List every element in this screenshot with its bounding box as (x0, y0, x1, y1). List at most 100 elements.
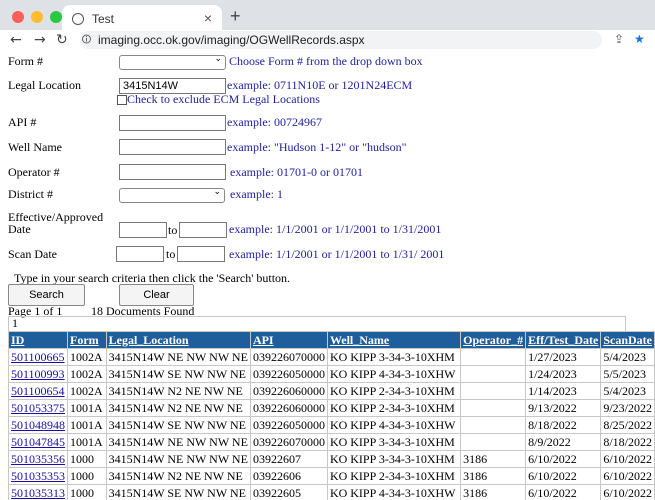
cell-operator (460, 433, 527, 451)
forward-icon[interactable]: → (34, 32, 46, 48)
cell-operator (460, 399, 527, 417)
cell-eff-test-date: 1/14/2023 (525, 382, 602, 400)
results-table: ID Form Legal_Location API Well_Name Ope… (8, 331, 655, 500)
cell-legal-location: 3415N14W N2 NE NW NE (105, 382, 251, 400)
cell-well-name: KO KIPP 4-34-3-10XHW (326, 484, 462, 500)
scan-to-label: to (166, 247, 176, 261)
cell-scan-date: 5/4/2023 (600, 382, 655, 400)
document-id-link[interactable]: 501053375 (11, 401, 65, 415)
scan-date-to-input[interactable] (177, 246, 225, 262)
cell-form: 1001A (67, 416, 107, 434)
form-hint: Choose Form # from the drop down box (229, 54, 423, 68)
cell-well-name: KO KIPP 4-34-3-10XHW (326, 416, 462, 434)
cell-legal-location: 3415N14W SE NW NW NE (105, 365, 251, 383)
eff-date-to-input[interactable] (179, 222, 227, 238)
column-header-id[interactable]: ID (8, 331, 68, 349)
cell-operator: 3186 (460, 450, 527, 468)
bookmark-star-icon[interactable]: ★ (634, 32, 645, 46)
document-id-link[interactable]: 501035353 (11, 469, 65, 483)
address-bar[interactable]: imaging.occ.ok.gov/imaging/OGWellRecords… (80, 31, 602, 49)
cell-eff-test-date: 6/10/2022 (525, 450, 602, 468)
form-select[interactable]: ⌄ (119, 54, 226, 70)
legal-location-example: example: 0711N10E or 1201N24ECM (227, 78, 413, 92)
cell-legal-location: 3415N14W NE NW NW NE (105, 433, 251, 451)
column-header-api[interactable]: API (249, 331, 328, 349)
scan-date-label: Scan Date (8, 247, 57, 261)
reload-icon[interactable]: ↻ (56, 32, 68, 48)
column-header-operator[interactable]: Operator_# (460, 331, 527, 349)
cell-id: 501048948 (8, 416, 68, 434)
document-id-link[interactable]: 501100665 (11, 350, 65, 364)
eff-date-example: example: 1/1/2001 or 1/1/2001 to 1/31/20… (229, 222, 442, 236)
cell-well-name: KO KIPP 2-34-3-10XHM (326, 382, 462, 400)
api-input[interactable] (119, 115, 226, 131)
cell-form: 1002A (67, 348, 107, 366)
search-button[interactable]: Search (8, 284, 85, 306)
cell-id: 501053375 (8, 399, 68, 417)
maximize-window-icon[interactable] (50, 11, 62, 23)
cell-api: 039226050000 (249, 365, 328, 383)
api-example: example: 00724967 (227, 115, 322, 129)
scan-date-from-input[interactable] (116, 246, 164, 262)
cell-id: 501035356 (8, 450, 68, 468)
chevron-down-icon: ⌄ (213, 187, 221, 197)
cell-scan-date: 6/10/2022 (600, 484, 655, 500)
document-id-link[interactable]: 501035356 (11, 452, 65, 466)
column-header-legal-location[interactable]: Legal_Location (105, 331, 251, 349)
column-header-scan-date[interactable]: ScanDate (600, 331, 655, 349)
cell-legal-location: 3415N14W SE NW NW NE (105, 484, 251, 500)
url-text: imaging.occ.ok.gov/imaging/OGWellRecords… (98, 33, 365, 47)
cell-scan-date: 6/10/2022 (600, 467, 655, 485)
cell-eff-test-date: 1/27/2023 (525, 348, 602, 366)
cell-scan-date: 8/18/2022 (600, 433, 655, 451)
pager-page-1[interactable]: 1 (12, 316, 18, 331)
cell-legal-location: 3415N14W NE NW NW NE (105, 348, 251, 366)
column-header-well-name[interactable]: Well_Name (326, 331, 462, 349)
cell-form: 1001A (67, 399, 107, 417)
cell-form: 1002A (67, 382, 107, 400)
tab-close-icon[interactable]: × (204, 10, 212, 26)
info-icon[interactable] (82, 34, 91, 44)
cell-scan-date: 8/25/2022 (600, 416, 655, 434)
document-id-link[interactable]: 501048948 (11, 418, 65, 432)
share-icon[interactable]: ⇪ (614, 32, 624, 46)
clear-button[interactable]: Clear (119, 284, 194, 306)
cell-well-name: KO KIPP 4-34-3-10XHW (326, 365, 462, 383)
cell-form: 1000 (67, 467, 107, 485)
column-header-eff-test-date[interactable]: Eff/Test_Date (525, 331, 602, 349)
cell-legal-location: 3415N14W N2 NE NW NE (105, 467, 251, 485)
cell-legal-location: 3415N14W N2 NE NW NE (105, 399, 251, 417)
minimize-window-icon[interactable] (31, 11, 43, 23)
table-row: 501035356 1000 3415N14W NE NW NW NE 0392260… (8, 450, 655, 468)
cell-eff-test-date: 1/24/2023 (525, 365, 602, 383)
operator-label: Operator # (8, 165, 60, 179)
district-select[interactable]: ⌄ (119, 187, 225, 203)
document-id-link[interactable]: 501047845 (11, 435, 65, 449)
scan-date-example: example: 1/1/2001 or 1/1/2001 to 1/31/ 2… (229, 247, 445, 261)
well-name-input[interactable] (119, 139, 226, 155)
tab-title: Test (92, 12, 115, 26)
column-header-form[interactable]: Form (67, 331, 107, 349)
cell-eff-test-date: 8/9/2022 (525, 433, 602, 451)
cell-api: 03922606 (249, 467, 328, 485)
left-edge (0, 52, 3, 500)
cell-operator (460, 365, 527, 383)
back-icon[interactable]: ← (10, 32, 22, 48)
cell-operator (460, 416, 527, 434)
document-id-link[interactable]: 501100654 (11, 384, 65, 398)
api-label: API # (8, 115, 37, 129)
cell-operator (460, 382, 527, 400)
document-id-link[interactable]: 501035313 (11, 486, 65, 500)
document-id-link[interactable]: 501100993 (11, 367, 65, 381)
table-row: 501048948 1001A 3415N14W SE NW NW NE 039226… (8, 416, 655, 434)
exclude-ecm-checkbox[interactable] (117, 95, 127, 105)
cell-well-name: KO KIPP 3-34-3-10XHM (326, 348, 462, 366)
cell-operator: 3186 (460, 467, 527, 485)
operator-input[interactable] (119, 164, 226, 180)
eff-date-from-input[interactable] (119, 222, 167, 238)
new-tab-button[interactable]: + (230, 6, 241, 27)
close-window-icon[interactable] (12, 11, 24, 23)
cell-api: 039226070000 (249, 348, 328, 366)
eff-date-label-line2: Date (8, 222, 31, 236)
cell-form: 1000 (67, 450, 107, 468)
